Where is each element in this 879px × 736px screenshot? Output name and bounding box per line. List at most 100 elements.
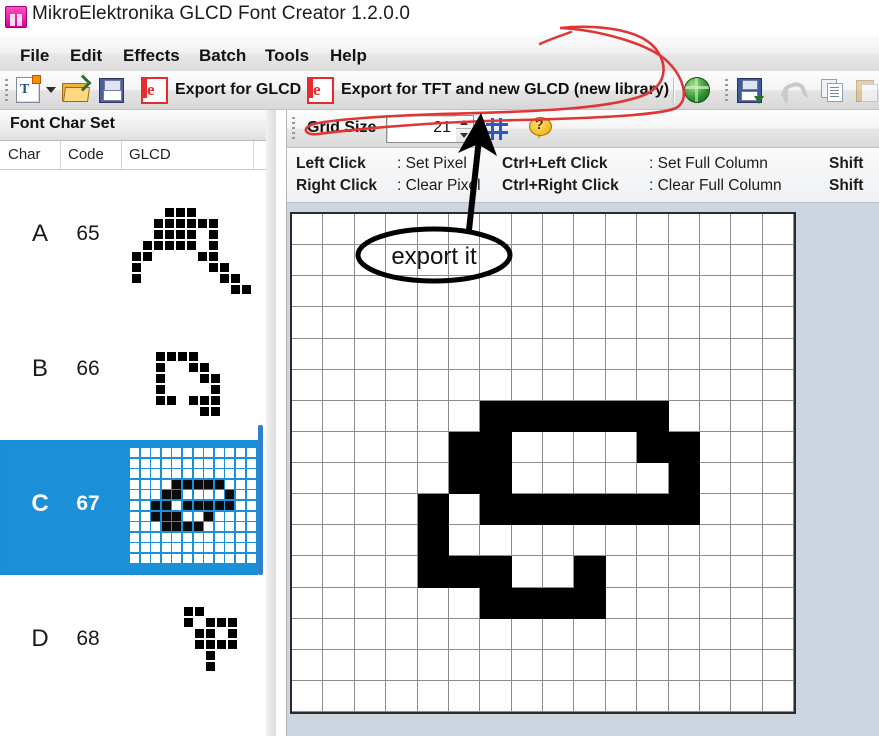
pixel-cell[interactable] [386, 338, 418, 370]
pixel-cell[interactable] [480, 587, 512, 619]
menu-batch[interactable]: Batch [193, 44, 252, 68]
pixel-cell[interactable] [574, 525, 606, 557]
pixel-cell[interactable] [354, 494, 387, 526]
pixel-cell[interactable] [292, 680, 324, 712]
pixel-cell[interactable] [448, 618, 481, 650]
pixel-cell[interactable] [668, 431, 700, 463]
pixel-cell[interactable] [417, 556, 449, 588]
pixel-cell[interactable] [511, 556, 543, 588]
pixel-cell[interactable] [448, 463, 481, 495]
pixel-cell[interactable] [699, 680, 732, 712]
pixel-cell[interactable] [699, 431, 732, 463]
pixel-cell[interactable] [323, 463, 355, 495]
pixel-cell[interactable] [574, 276, 606, 308]
pixel-cell[interactable] [543, 214, 575, 246]
pixel-cell[interactable] [699, 400, 732, 432]
pixel-cell[interactable] [731, 338, 763, 370]
pixel-cell[interactable] [637, 556, 669, 588]
pixel-cell[interactable] [323, 369, 355, 401]
pixel-cell[interactable] [386, 494, 418, 526]
pixel-cell[interactable] [731, 618, 763, 650]
pixel-cell[interactable] [417, 276, 449, 308]
pixel-cell[interactable] [699, 245, 732, 277]
pixel-cell[interactable] [637, 431, 669, 463]
pixel-cell[interactable] [448, 369, 481, 401]
pixel-cell[interactable] [605, 680, 638, 712]
pixel-cell[interactable] [543, 556, 575, 588]
pixel-cell[interactable] [448, 431, 481, 463]
pixel-cell[interactable] [323, 649, 355, 681]
pixel-cell[interactable] [323, 525, 355, 557]
pixel-cell[interactable] [762, 463, 794, 495]
spinner-down-icon[interactable] [460, 133, 468, 138]
pixel-cell[interactable] [699, 338, 732, 370]
pixel-cell[interactable] [668, 680, 700, 712]
pixel-cell[interactable] [574, 649, 606, 681]
pixel-cell[interactable] [292, 587, 324, 619]
pixel-cell[interactable] [574, 618, 606, 650]
pixel-cell[interactable] [292, 556, 324, 588]
pixel-cell[interactable] [637, 680, 669, 712]
pixel-cell[interactable] [762, 649, 794, 681]
pixel-cell[interactable] [354, 400, 387, 432]
pixel-cell[interactable] [292, 400, 324, 432]
pixel-cell[interactable] [699, 463, 732, 495]
pixel-cell[interactable] [417, 463, 449, 495]
pixel-cell[interactable] [448, 214, 481, 246]
pixel-cell[interactable] [668, 400, 700, 432]
pixel-cell[interactable] [699, 525, 732, 557]
column-divider-1[interactable] [60, 141, 61, 169]
pixel-cell[interactable] [637, 400, 669, 432]
pixel-cell[interactable] [323, 400, 355, 432]
menu-edit[interactable]: Edit [64, 44, 108, 68]
pixel-cell[interactable] [668, 587, 700, 619]
pixel-cell[interactable] [637, 307, 669, 339]
pixel-cell[interactable] [323, 214, 355, 246]
pixel-cell[interactable] [699, 307, 732, 339]
pixel-cell[interactable] [480, 494, 512, 526]
pixel-cell[interactable] [731, 245, 763, 277]
pixel-cell[interactable] [448, 525, 481, 557]
pixel-cell[interactable] [354, 369, 387, 401]
pixel-cell[interactable] [731, 369, 763, 401]
pixel-cell[interactable] [668, 556, 700, 588]
pixel-cell[interactable] [354, 618, 387, 650]
pixel-cell[interactable] [292, 649, 324, 681]
pixel-cell[interactable] [417, 649, 449, 681]
pixel-cell[interactable] [386, 649, 418, 681]
pixel-cell[interactable] [386, 618, 418, 650]
pixel-cell[interactable] [511, 245, 543, 277]
pixel-cell[interactable] [323, 307, 355, 339]
pixel-cell[interactable] [292, 618, 324, 650]
pixel-cell[interactable] [574, 680, 606, 712]
pixel-cell[interactable] [762, 338, 794, 370]
pixel-cell[interactable] [731, 307, 763, 339]
char-list-row-d[interactable]: D 68 [0, 575, 258, 710]
pixel-cell[interactable] [731, 463, 763, 495]
column-header-code[interactable]: Code [68, 146, 104, 163]
pixel-cell[interactable] [605, 463, 638, 495]
pixel-cell[interactable] [386, 276, 418, 308]
pixel-cell[interactable] [354, 338, 387, 370]
pixel-cell[interactable] [668, 369, 700, 401]
pixel-cell[interactable] [417, 245, 449, 277]
pixel-cell[interactable] [731, 680, 763, 712]
pixel-cell[interactable] [637, 338, 669, 370]
help-button[interactable]: ? [524, 114, 558, 143]
char-list-scrollbar[interactable] [258, 425, 263, 575]
pixel-cell[interactable] [543, 369, 575, 401]
pixel-cell[interactable] [386, 400, 418, 432]
pixel-cell[interactable] [668, 649, 700, 681]
pixel-cell[interactable] [762, 307, 794, 339]
pixel-cell[interactable] [448, 556, 481, 588]
pixel-cell[interactable] [605, 338, 638, 370]
pixel-cell[interactable] [480, 369, 512, 401]
toolbar-grip[interactable] [5, 79, 8, 101]
pixel-cell[interactable] [605, 618, 638, 650]
pixel-cell[interactable] [762, 276, 794, 308]
pixel-cell[interactable] [480, 338, 512, 370]
pixel-cell[interactable] [668, 463, 700, 495]
pixel-cell[interactable] [511, 307, 543, 339]
pixel-cell[interactable] [480, 463, 512, 495]
pixel-cell[interactable] [323, 431, 355, 463]
